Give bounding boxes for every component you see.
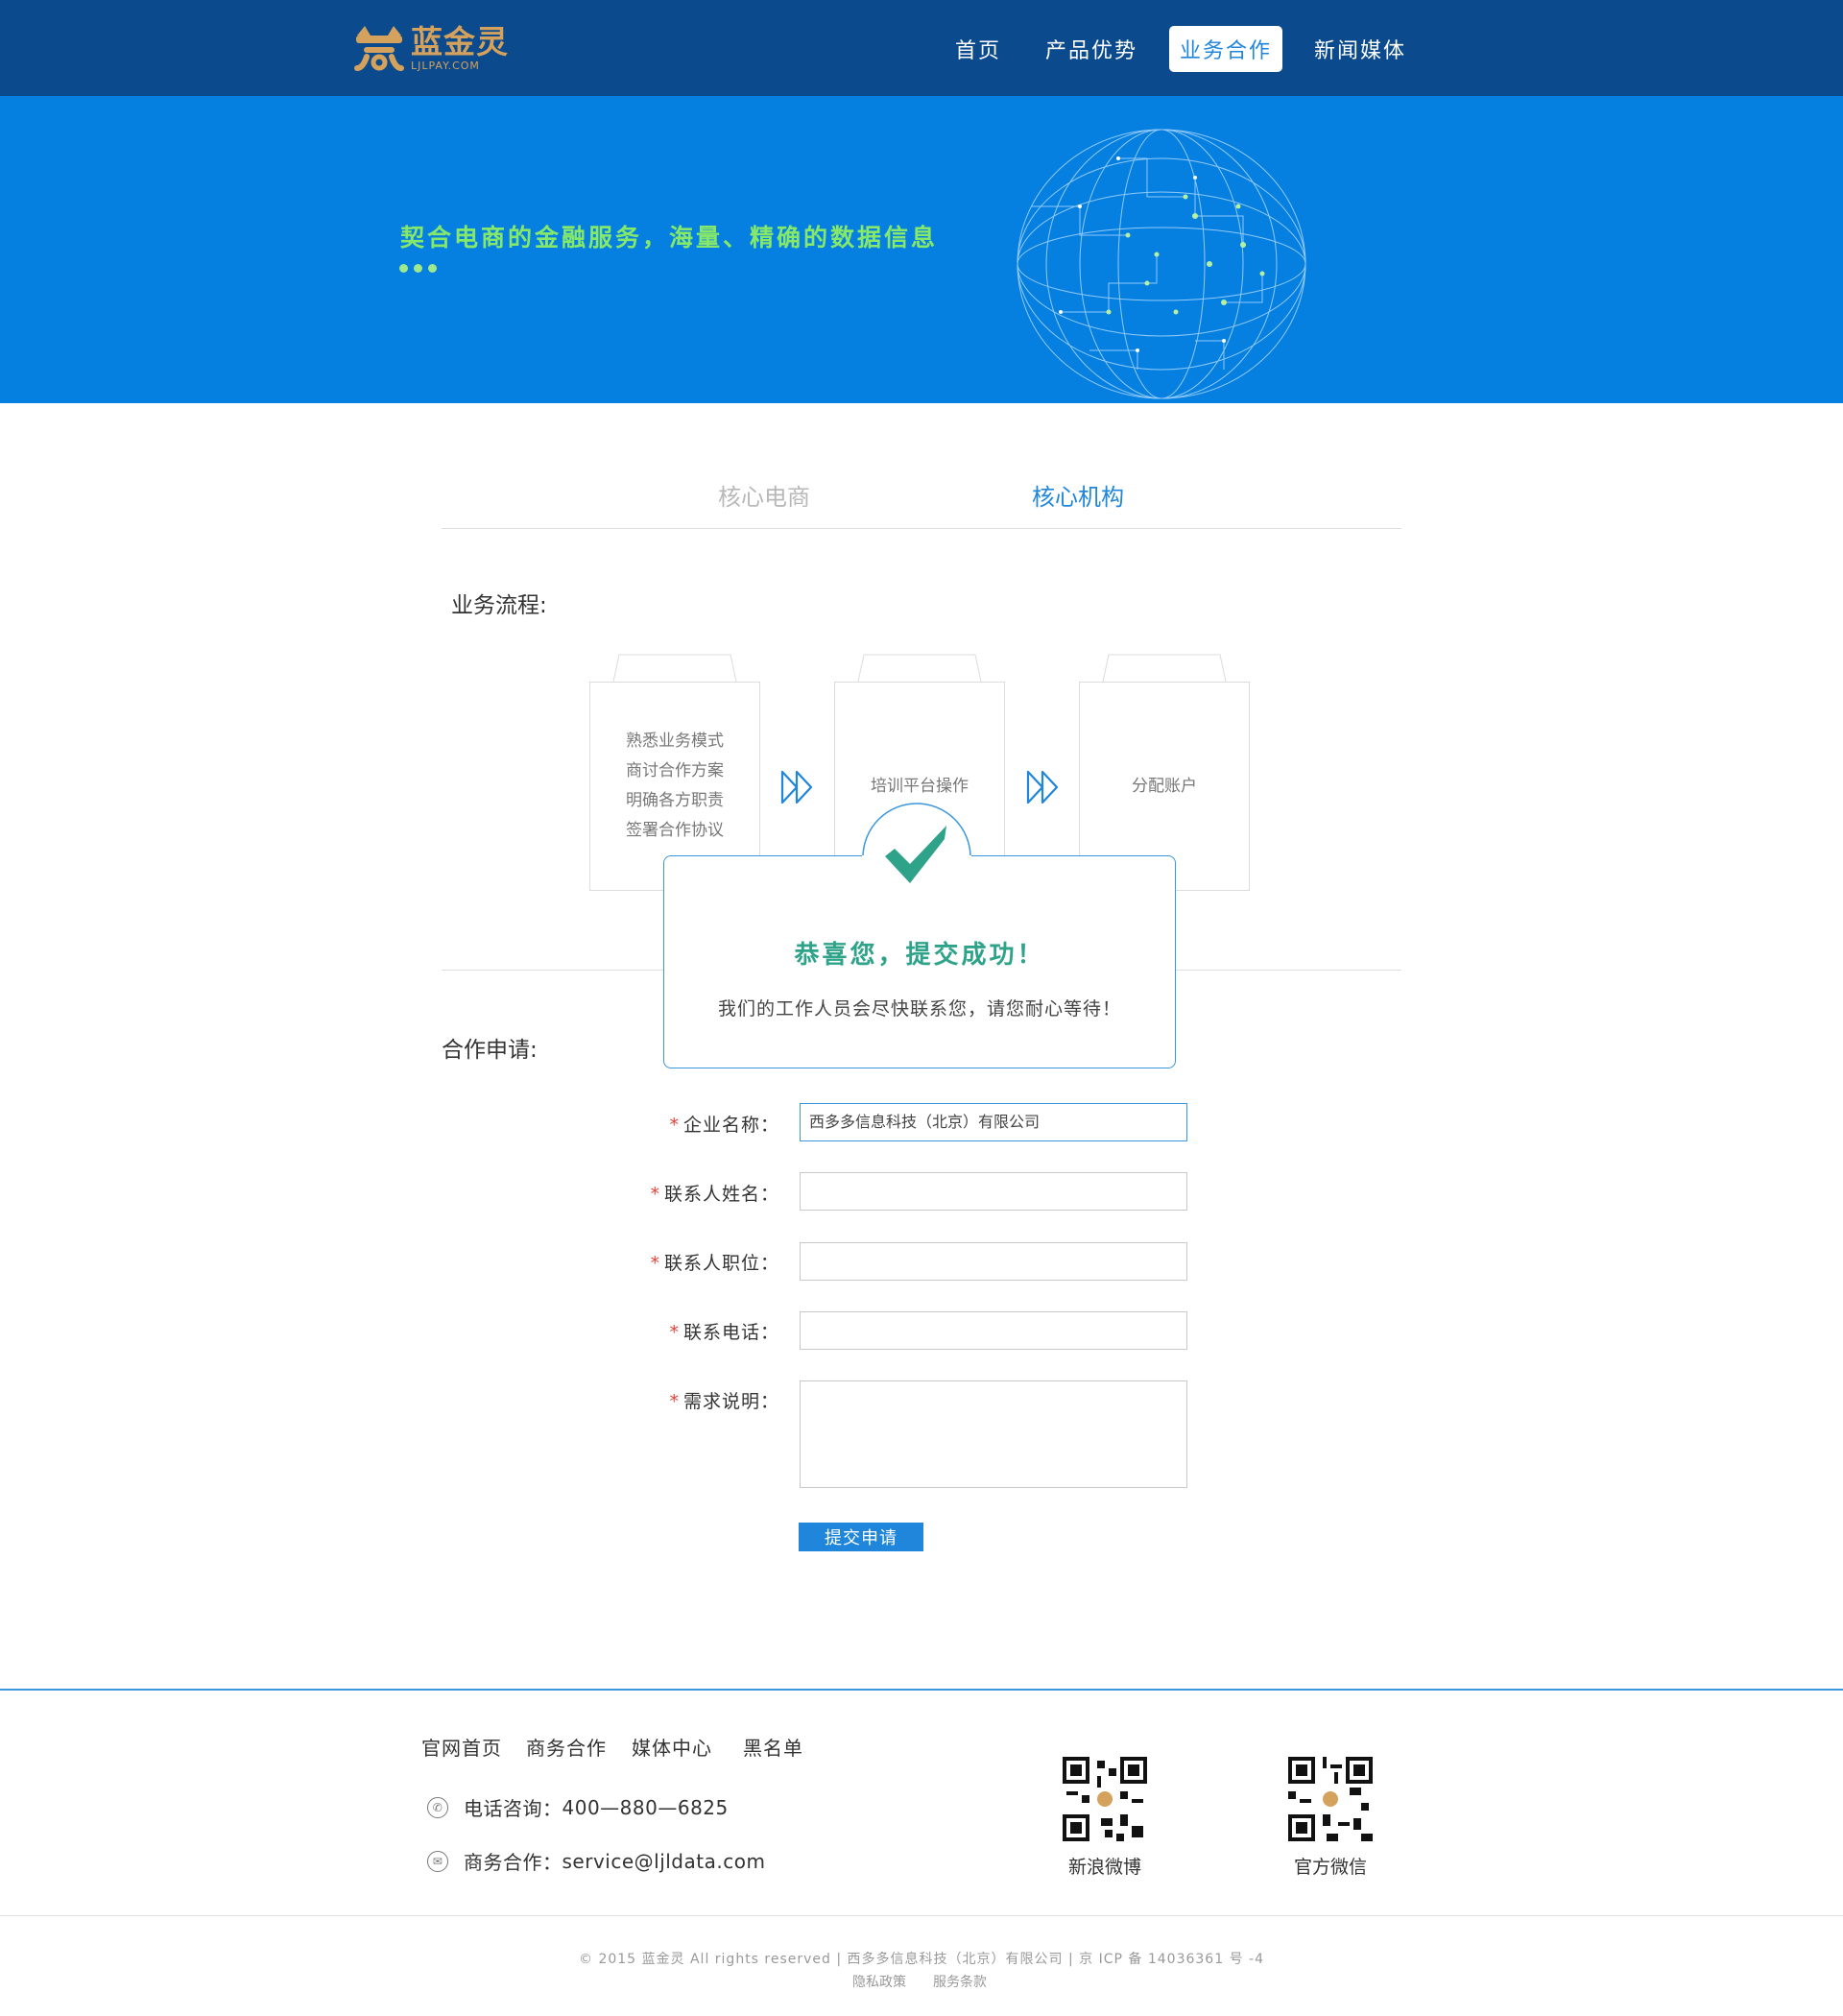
contact-name-label-text: 联系人姓名： xyxy=(663,1184,779,1205)
business-label: 商务合作： xyxy=(464,1851,562,1874)
footer-email: ✉ 商务合作： service@ljldata.com xyxy=(427,1847,765,1875)
footer-link-blacklist[interactable]: 黑名单 xyxy=(743,1733,803,1761)
nav-item-product[interactable]: 产品优势 xyxy=(1039,26,1144,72)
requirement-textarea[interactable] xyxy=(800,1380,1187,1488)
globe-graphic xyxy=(1017,129,1306,399)
company-name-label: * 企业名称： xyxy=(587,1111,779,1137)
nav-item-news[interactable]: 新闻媒体 xyxy=(1307,26,1413,72)
double-chevron-right-icon xyxy=(1026,770,1059,804)
checkmark-icon xyxy=(885,826,946,883)
phone-number: 400—880—6825 xyxy=(562,1795,729,1819)
footer-link-media[interactable]: 媒体中心 xyxy=(632,1733,712,1761)
submit-application-button[interactable]: 提交申请 xyxy=(799,1523,923,1551)
step-1-line-1: 熟悉业务模式 xyxy=(626,732,724,751)
step-3-line-1: 分配账户 xyxy=(1132,776,1197,796)
requirement-label-text: 需求说明： xyxy=(682,1391,779,1412)
footer-top-border xyxy=(0,1689,1843,1691)
business-email[interactable]: service@ljldata.com xyxy=(562,1850,766,1873)
required-mark: * xyxy=(650,1253,660,1274)
dialog-message: 我们的工作人员会尽快联系您，请您耐心等待！ xyxy=(717,998,1121,1020)
double-chevron-right-icon xyxy=(780,770,813,804)
logo-icon xyxy=(353,24,405,72)
footer-divider xyxy=(0,1915,1843,1916)
footer-phone: ✆ 电话咨询： 400—880—6825 xyxy=(427,1793,729,1821)
footer-link-business[interactable]: 商务合作 xyxy=(526,1733,607,1761)
company-name-input[interactable]: 西多多信息科技（北京）有限公司 xyxy=(800,1103,1187,1141)
weibo-qr-code xyxy=(1063,1757,1147,1841)
nav-item-home[interactable]: 首页 xyxy=(941,26,1016,72)
requirement-label: * 需求说明： xyxy=(587,1387,779,1413)
step-1-tab xyxy=(612,654,737,683)
copyright-text: © 2015 蓝金灵 All rights reserved | 西多多信息科技… xyxy=(579,1952,1264,1967)
company-name-label-text: 企业名称： xyxy=(682,1115,779,1136)
step-2-line-1: 培训平台操作 xyxy=(871,776,969,796)
contact-phone-label-text: 联系电话： xyxy=(682,1322,779,1343)
contact-name-input[interactable] xyxy=(800,1172,1187,1211)
tab-core-ecommerce[interactable]: 核心电商 xyxy=(718,478,810,512)
phone-icon: ✆ xyxy=(427,1796,448,1818)
step-1-line-3: 明确各方职责 xyxy=(626,791,724,810)
process-title: 业务流程: xyxy=(451,593,547,618)
footer-link-home[interactable]: 官网首页 xyxy=(421,1733,502,1761)
required-mark: * xyxy=(669,1115,680,1136)
wechat-qr-code xyxy=(1288,1757,1373,1841)
step-1-line-2: 商讨合作方案 xyxy=(626,761,724,780)
contact-phone-input[interactable] xyxy=(800,1311,1187,1350)
brand-name: 蓝金灵 xyxy=(411,22,509,60)
required-mark: * xyxy=(669,1322,680,1343)
weibo-label: 新浪微博 xyxy=(1067,1857,1141,1878)
phone-label: 电话咨询： xyxy=(464,1797,562,1820)
banner-slogan: 契合电商的金融服务，海量、精确的数据信息 xyxy=(400,224,939,252)
contact-name-label: * 联系人姓名： xyxy=(587,1180,779,1206)
brand-logo[interactable]: 蓝金灵 LJLPAY.COM xyxy=(353,21,509,75)
step-1-line-4: 签署合作协议 xyxy=(626,821,724,840)
step-2-tab xyxy=(857,654,982,683)
contact-phone-label: * 联系电话： xyxy=(587,1318,779,1344)
banner-dots xyxy=(399,264,437,273)
tabs-divider xyxy=(442,528,1401,529)
required-mark: * xyxy=(669,1391,680,1412)
brand-domain: LJLPAY.COM xyxy=(411,59,480,72)
required-mark: * xyxy=(650,1184,660,1205)
privacy-policy-link[interactable]: 隐私政策 xyxy=(852,1972,906,1991)
terms-of-service-link[interactable]: 服务条款 xyxy=(933,1972,987,1991)
nav-item-business[interactable]: 业务合作 xyxy=(1169,26,1282,72)
mail-icon: ✉ xyxy=(427,1850,448,1872)
contact-position-input[interactable] xyxy=(800,1242,1187,1281)
contact-position-label: * 联系人职位： xyxy=(587,1249,779,1275)
dialog-title: 恭喜您，提交成功！ xyxy=(794,941,1045,970)
form-title: 合作申请: xyxy=(442,1038,538,1063)
contact-position-label-text: 联系人职位： xyxy=(663,1253,779,1274)
top-navbar xyxy=(0,0,1843,96)
tab-core-institution[interactable]: 核心机构 xyxy=(1032,478,1124,512)
step-3-tab xyxy=(1102,654,1227,683)
wechat-label: 官方微信 xyxy=(1293,1857,1367,1878)
